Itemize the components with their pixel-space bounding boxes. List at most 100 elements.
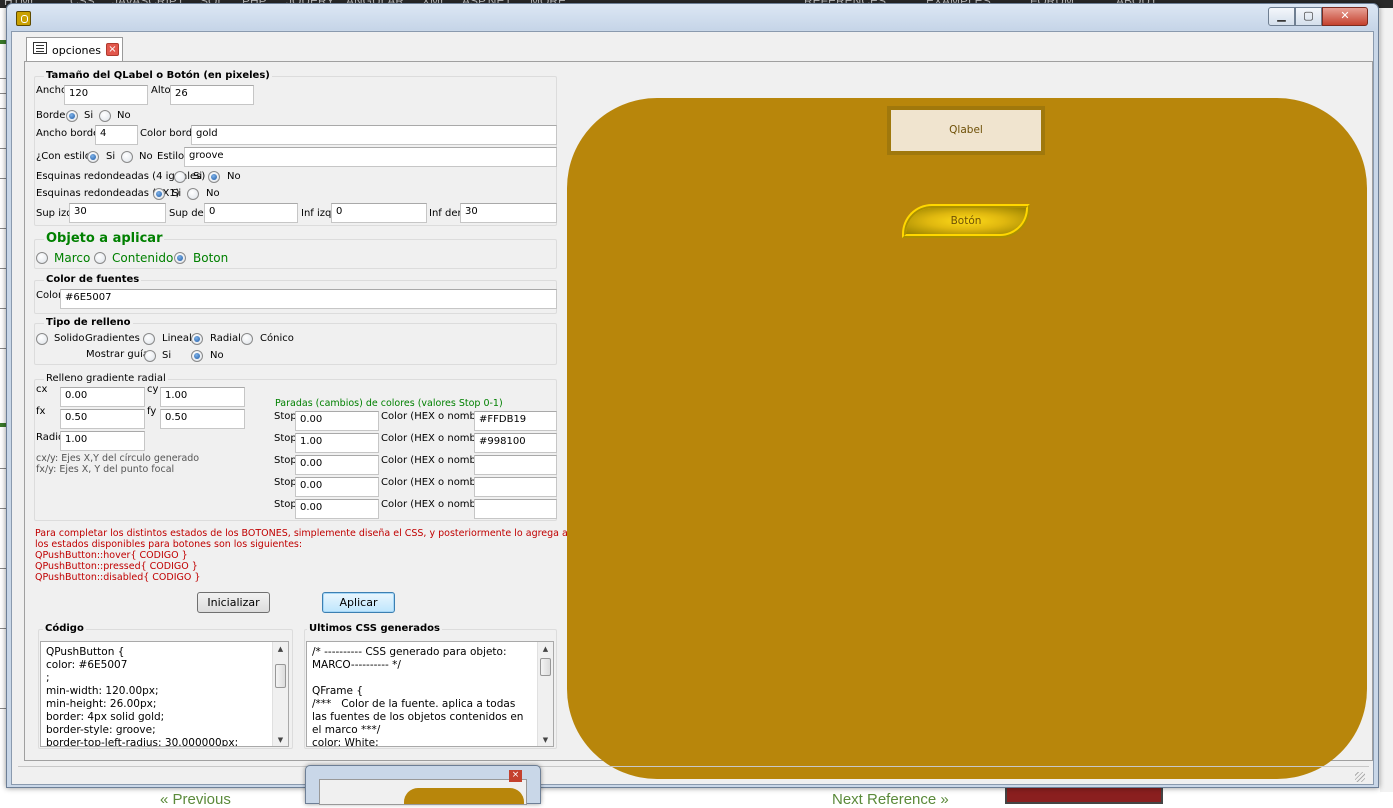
objeto-group-title: Objeto a aplicar <box>44 231 165 246</box>
codigo-scrollbar[interactable]: ▲ ▼ <box>272 642 288 746</box>
scroll-down-icon[interactable]: ▼ <box>273 733 288 746</box>
esq1-no-radio[interactable] <box>187 188 199 200</box>
stop-1-input[interactable]: 0.00 <box>295 411 379 431</box>
gradientes-label: Gradientes <box>85 333 140 344</box>
estilo-input[interactable]: groove <box>184 147 557 167</box>
esq4-no-radio[interactable] <box>208 171 220 183</box>
guias-si-radio[interactable] <box>144 350 156 362</box>
radio-input[interactable]: 1.00 <box>60 431 145 451</box>
stop-1-color-input[interactable]: #FFDB19 <box>474 411 557 431</box>
preview-button[interactable]: Botón <box>902 204 1030 238</box>
minimize-icon: ▁ <box>1277 9 1286 22</box>
conico-label: Cónico <box>260 333 294 344</box>
codigo-title: Código <box>43 623 86 634</box>
con-estilo-si-radio[interactable] <box>87 151 99 163</box>
cy-input[interactable]: 1.00 <box>160 387 245 407</box>
con-estilo-no-radio[interactable] <box>121 151 133 163</box>
bg-previous-link[interactable]: « Previous <box>160 791 231 808</box>
tab-pane: Tamaño del QLabel o Botón (en pixeles) A… <box>24 61 1373 779</box>
tab-close-icon[interactable]: × <box>106 43 119 56</box>
inf-izq-input[interactable]: 0 <box>331 203 427 223</box>
alto-label: Alto <box>151 85 171 96</box>
borde-si-radio[interactable] <box>66 110 78 122</box>
stop-4-color-input[interactable] <box>474 477 557 497</box>
maximize-icon: ▢ <box>1303 9 1314 22</box>
alto-input[interactable]: 26 <box>170 85 254 105</box>
marco-label: Marco <box>54 251 91 265</box>
boton-label: Boton <box>193 251 229 265</box>
inicializar-button[interactable]: Inicializar <box>197 592 270 613</box>
info-line-1: Para completar los distintos estados de … <box>35 528 632 539</box>
status-bar <box>18 766 1369 782</box>
solido-radio[interactable] <box>36 333 48 345</box>
fx-input[interactable]: 0.50 <box>60 409 145 429</box>
stop-2-label: Stop <box>274 433 297 444</box>
cx-label: cx <box>36 384 48 395</box>
stop-1-label: Stop <box>274 411 297 422</box>
cx-input[interactable]: 0.00 <box>60 387 145 407</box>
minimize-button[interactable]: ▁ <box>1268 7 1295 26</box>
form-icon <box>33 42 47 54</box>
codigo-scroll-thumb[interactable] <box>275 664 286 688</box>
bg-next-link[interactable]: Next Reference » <box>832 791 949 808</box>
ancho-input[interactable]: 120 <box>64 85 148 105</box>
radial-radio[interactable] <box>191 333 203 345</box>
thumbnail-close-icon[interactable]: × <box>509 770 522 782</box>
stop-3-input[interactable]: 0.00 <box>295 455 379 475</box>
stop-2-input[interactable]: 1.00 <box>295 433 379 453</box>
esq4-si-label: Si <box>193 171 203 182</box>
boton-radio[interactable] <box>174 252 186 264</box>
maximize-button[interactable]: ▢ <box>1295 7 1322 26</box>
aplicar-button[interactable]: Aplicar <box>322 592 395 613</box>
ultimos-scroll-thumb[interactable] <box>540 658 551 676</box>
borde-no-radio[interactable] <box>99 110 111 122</box>
conico-radio[interactable] <box>241 333 253 345</box>
bg-image <box>1005 786 1163 804</box>
fuente-color-label: Color <box>36 290 63 301</box>
close-button[interactable]: ✕ <box>1322 7 1368 26</box>
codigo-textarea[interactable]: QPushButton { color: #6E5007 ; min-width… <box>40 641 289 747</box>
size-group-title: Tamaño del QLabel o Botón (en pixeles) <box>44 70 272 81</box>
close-icon: ✕ <box>1340 9 1350 22</box>
title-bar[interactable]: ▁ ▢ ✕ <box>7 4 1378 30</box>
guias-no-radio[interactable] <box>191 350 203 362</box>
preview-frame: Qlabel Botón <box>567 98 1367 779</box>
marco-radio[interactable] <box>36 252 48 264</box>
stop-5-input[interactable]: 0.00 <box>295 499 379 519</box>
hint-fxy: fx/y: Ejes X, Y del punto focal <box>36 464 175 475</box>
con-estilo-si-label: Si <box>106 151 116 162</box>
tab-opciones[interactable]: opciones × <box>26 37 123 62</box>
ultimos-scrollbar[interactable]: ▲ ▼ <box>537 642 553 746</box>
contenido-radio[interactable] <box>94 252 106 264</box>
lineal-radio[interactable] <box>143 333 155 345</box>
ultimos-textarea[interactable]: /* ---------- CSS generado para objeto: … <box>306 641 554 747</box>
sup-der-input[interactable]: 0 <box>204 203 298 223</box>
inf-der-input[interactable]: 30 <box>460 203 557 223</box>
stop-5-color-input[interactable] <box>474 499 557 519</box>
radial-label: Radial <box>210 333 241 344</box>
borde-label: Borde: <box>36 110 69 121</box>
esq1-si-radio[interactable] <box>153 188 165 200</box>
estilo-label: Estilo: <box>157 151 188 162</box>
scroll-down-icon[interactable]: ▼ <box>538 733 553 746</box>
sup-izq-input[interactable]: 30 <box>69 203 166 223</box>
fuente-color-input[interactable]: #6E5007 <box>60 289 557 309</box>
color-borde-input[interactable]: gold <box>191 125 557 145</box>
stop-4-input[interactable]: 0.00 <box>295 477 379 497</box>
resize-grip-icon[interactable] <box>1355 772 1365 782</box>
info-line-4: QPushButton::pressed{ CODIGO } <box>35 561 198 572</box>
thumbnail-preview-frame <box>404 788 524 804</box>
esq4-si-radio[interactable] <box>174 171 186 183</box>
fy-input[interactable]: 0.50 <box>160 409 245 429</box>
background-right-scrollbar <box>1380 8 1393 804</box>
scroll-up-icon[interactable]: ▲ <box>273 642 288 657</box>
stop-2-color-input[interactable]: #998100 <box>474 433 557 453</box>
codigo-text: QPushButton { color: #6E5007 ; min-width… <box>46 646 239 747</box>
hint-cxy: cx/y: Ejes X,Y del círculo generado <box>36 453 200 464</box>
thumbnail-content <box>319 779 527 805</box>
stop-3-color-input[interactable] <box>474 455 557 475</box>
scroll-up-icon[interactable]: ▲ <box>538 642 553 657</box>
taskbar-thumbnail[interactable]: × <box>305 765 541 805</box>
ancho-borde-input[interactable]: 4 <box>95 125 138 145</box>
cy-label: cy <box>147 384 159 395</box>
